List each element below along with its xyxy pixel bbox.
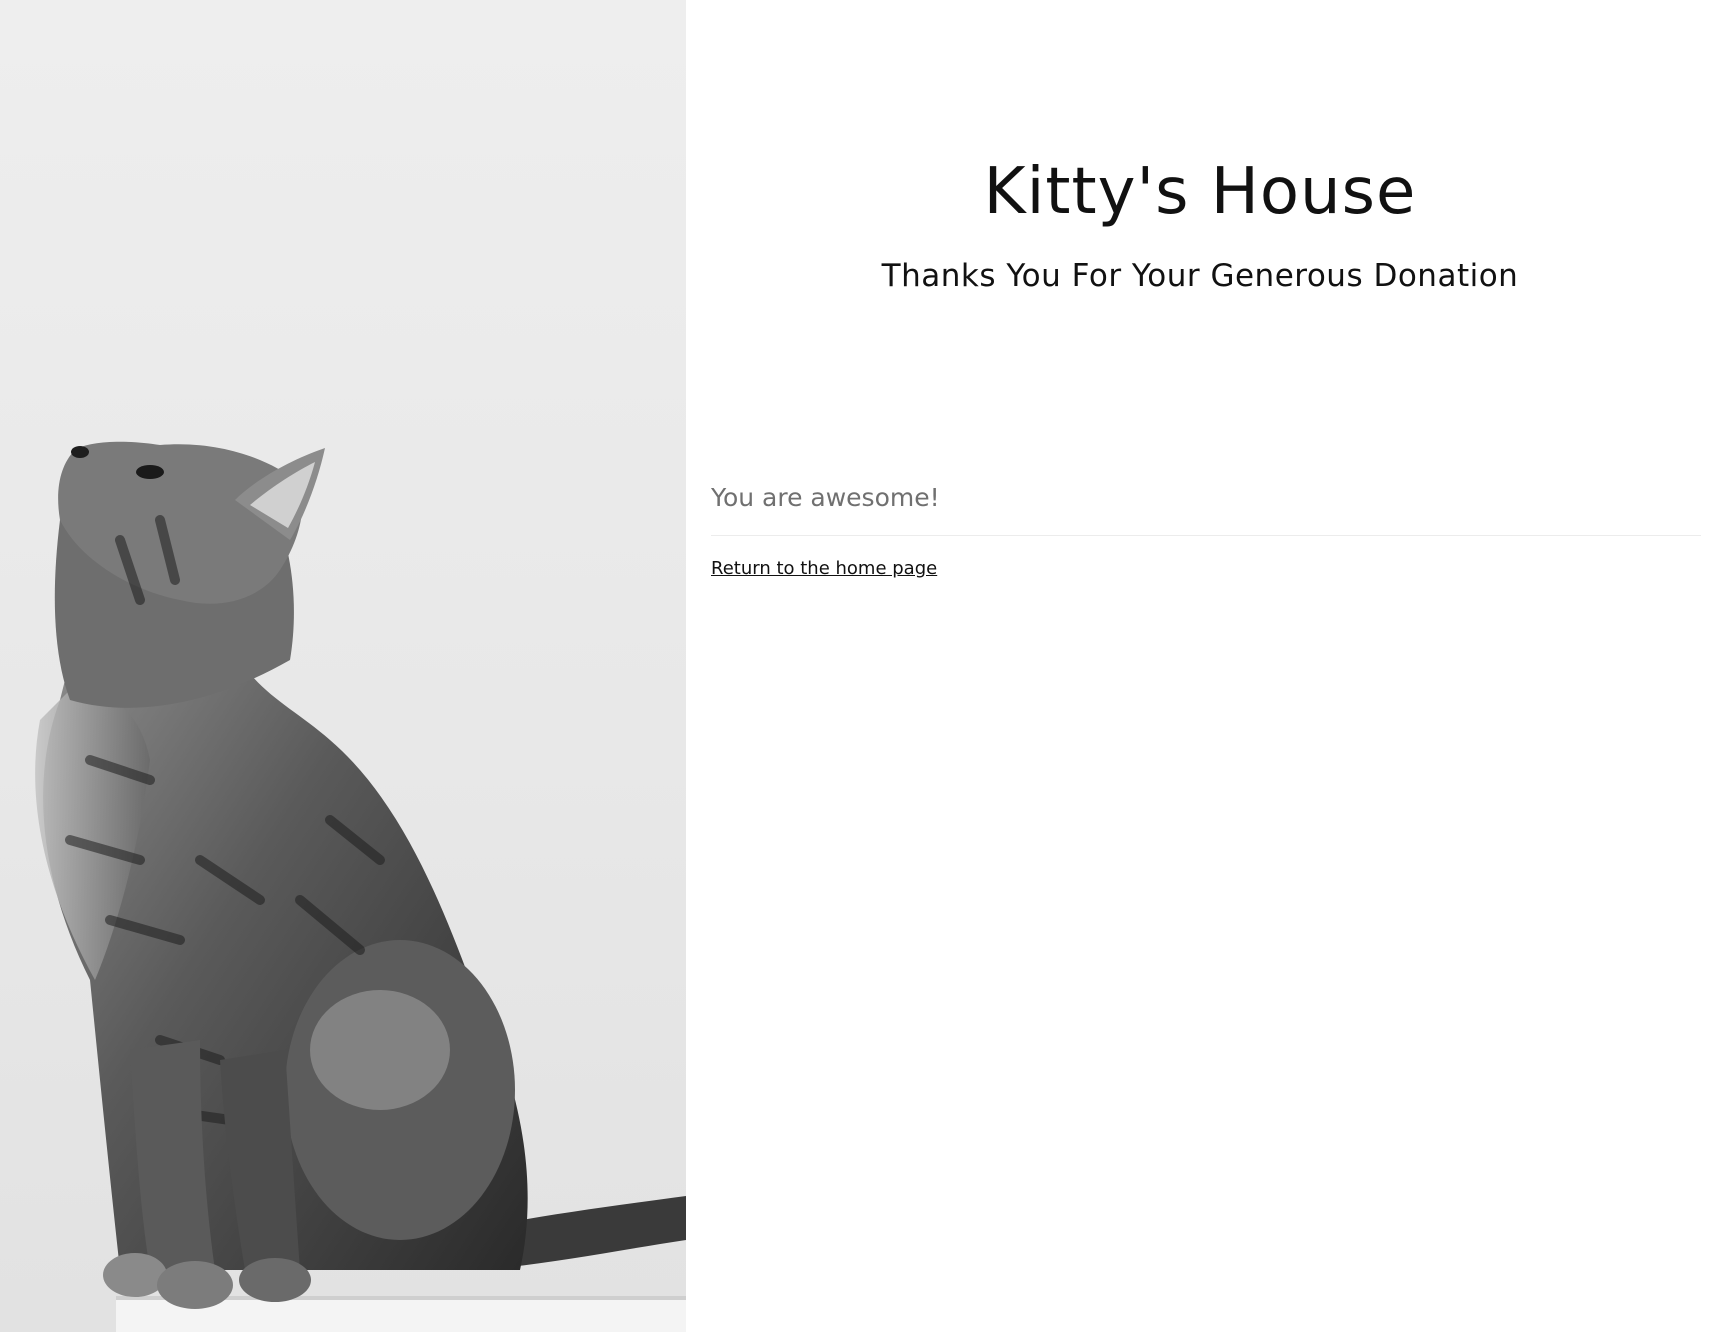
- content-panel: Kitty's House Thanks You For Your Genero…: [686, 0, 1714, 1332]
- return-home-link[interactable]: Return to the home page: [711, 556, 937, 582]
- divider: [711, 535, 1701, 536]
- cat-illustration: [35, 441, 686, 1332]
- confirmation-message: You are awesome!: [711, 483, 940, 512]
- cat-photo: [0, 0, 686, 1332]
- thank-you-subtitle: Thanks You For Your Generous Donation: [881, 258, 1519, 294]
- site-title: Kitty's House: [983, 155, 1417, 229]
- thank-you-page: Kitty's House Thanks You For Your Genero…: [0, 0, 1714, 1332]
- cat-paw: [103, 1253, 167, 1297]
